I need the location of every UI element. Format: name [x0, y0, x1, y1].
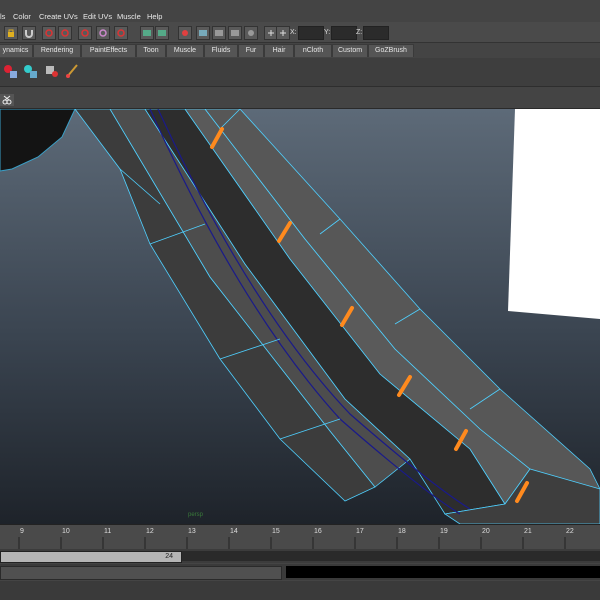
y-coord-field[interactable]: [331, 26, 357, 40]
camera-label: persp: [188, 512, 204, 518]
range-end-frame: 24: [165, 553, 173, 560]
command-line: [0, 564, 600, 580]
render-settings-icon[interactable]: [244, 26, 258, 40]
ipr-render-icon[interactable]: [228, 26, 242, 40]
mel-input[interactable]: [0, 566, 282, 580]
constraint-icon[interactable]: [44, 62, 60, 80]
shelf: [0, 58, 600, 87]
dark-object: [0, 109, 76, 172]
timeline-ticks: [18, 537, 566, 549]
menu-ls[interactable]: ls: [0, 12, 5, 21]
menu-muscle[interactable]: Muscle: [117, 12, 141, 21]
tab-fluids[interactable]: Fluids: [204, 44, 238, 57]
main-menu-bar: ls Color Create UVs Edit UVs Muscle Help: [0, 0, 600, 23]
input-ops-icon[interactable]: [140, 26, 154, 40]
menu-create-uvs[interactable]: Create UVs: [39, 12, 78, 21]
tick-label: 20: [482, 528, 490, 535]
lock-icon[interactable]: [4, 26, 18, 40]
tab-painteffects[interactable]: PaintEffects: [81, 44, 136, 57]
tab-gozbrush[interactable]: GoZBrush: [368, 44, 414, 57]
tick-label: 9: [20, 528, 24, 535]
tick-label: 21: [524, 528, 532, 535]
scissors-icon[interactable]: [0, 94, 14, 106]
render-view-icon[interactable]: [196, 26, 210, 40]
tick-label: 18: [398, 528, 406, 535]
range-track[interactable]: [182, 551, 600, 561]
x-coord-label: X:: [290, 29, 297, 36]
snap-point-icon[interactable]: [78, 26, 92, 40]
range-slider-handle[interactable]: 24: [0, 551, 182, 563]
time-slider[interactable]: 9 10 11 12 13 14 15 16 17 18 19 20 21 22: [0, 524, 600, 549]
z-coord-label: Z:: [356, 29, 363, 36]
output-ops-icon[interactable]: [155, 26, 169, 40]
menu-color[interactable]: Color: [13, 12, 31, 21]
snap-curve-icon[interactable]: [58, 26, 72, 40]
x-coord-field[interactable]: [298, 26, 324, 40]
white-plane: [508, 109, 600, 319]
mel-result: [286, 566, 600, 578]
tab-fur[interactable]: Fur: [238, 44, 264, 57]
panel-toolbar: [0, 88, 600, 109]
tick-label: 10: [62, 528, 70, 535]
tab-hair[interactable]: Hair: [264, 44, 294, 57]
menu-edit-uvs[interactable]: Edit UVs: [83, 12, 112, 21]
paint-brush-icon[interactable]: [64, 62, 80, 80]
tab-toon[interactable]: Toon: [136, 44, 166, 57]
menu-help[interactable]: Help: [147, 12, 162, 21]
range-slider-bar: 24: [0, 549, 600, 563]
tick-label: 12: [146, 528, 154, 535]
tick-label: 19: [440, 528, 448, 535]
magnet-icon[interactable]: [22, 26, 36, 40]
tick-label: 14: [230, 528, 238, 535]
tab-ncloth[interactable]: nCloth: [294, 44, 332, 57]
status-line: X: Y: Z:: [0, 22, 600, 43]
z-coord-field[interactable]: [363, 26, 389, 40]
rigid-body-icon[interactable]: [2, 62, 18, 80]
tick-label: 22: [566, 528, 574, 535]
tab-rendering[interactable]: Rendering: [33, 44, 81, 57]
snap-grid-icon[interactable]: [42, 26, 56, 40]
move-mode-icon[interactable]: [276, 26, 290, 40]
passive-body-icon[interactable]: [22, 62, 38, 80]
tab-dynamics[interactable]: ynamics: [0, 44, 33, 57]
tick-label: 13: [188, 528, 196, 535]
snap-live-icon[interactable]: [114, 26, 128, 40]
tab-muscle[interactable]: Muscle: [166, 44, 204, 57]
render-frame-icon[interactable]: [212, 26, 226, 40]
tab-custom[interactable]: Custom: [332, 44, 368, 57]
viewport-scene: [0, 109, 600, 524]
snap-plane-icon[interactable]: [96, 26, 110, 40]
viewport-persp[interactable]: persp: [0, 109, 600, 524]
tick-label: 15: [272, 528, 280, 535]
tick-label: 16: [314, 528, 322, 535]
shelf-tabs: ynamics Rendering PaintEffects Toon Musc…: [0, 43, 600, 57]
y-coord-label: Y:: [324, 29, 331, 36]
help-line: [0, 581, 600, 600]
tick-label: 17: [356, 528, 364, 535]
history-icon[interactable]: [178, 26, 192, 40]
tick-label: 11: [104, 528, 112, 535]
